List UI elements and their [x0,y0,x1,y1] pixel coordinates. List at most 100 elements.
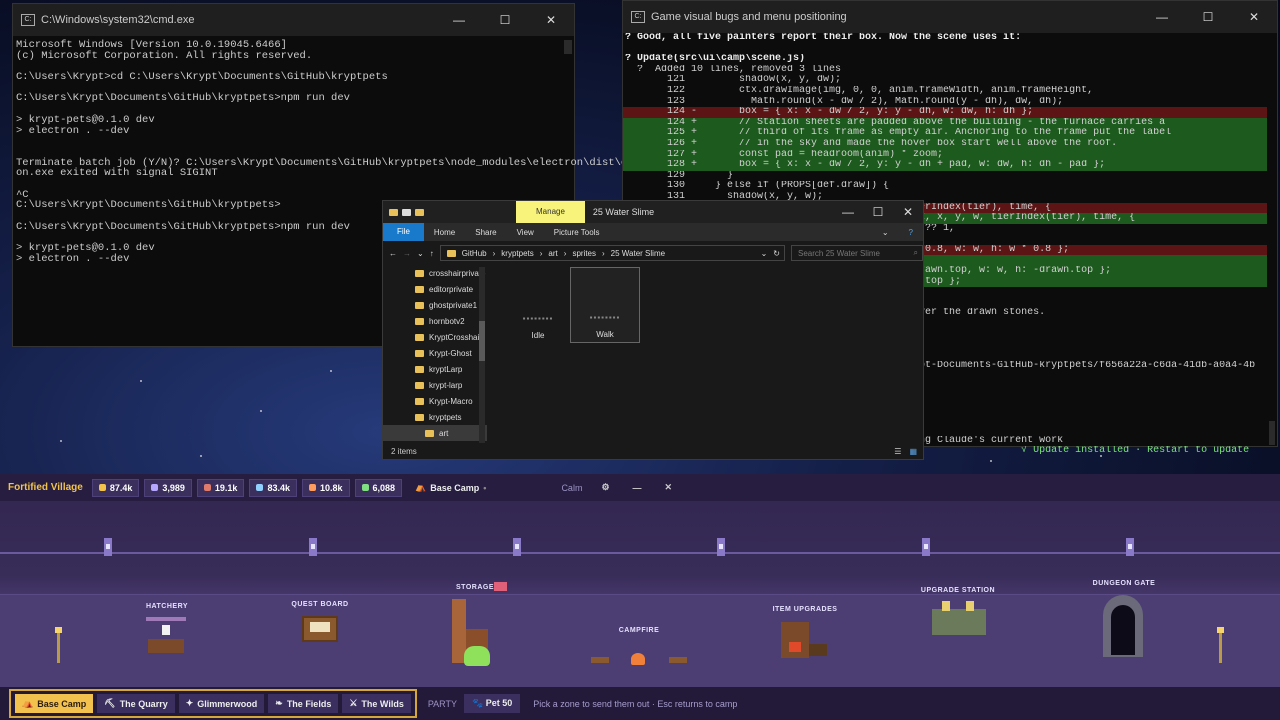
game-window[interactable]: Fortified Village 87.4k 3,989 19.1k 83.4k 10… [0,474,1280,720]
address-bar[interactable]: GitHub › kryptpets › art › sprites › 25 Wate… [439,245,785,261]
forward-icon[interactable]: → [403,249,411,258]
forge-icon[interactable] [781,622,827,660]
maximize-icon[interactable]: ☐ [863,201,893,223]
ribbon-tab-picture-tools[interactable]: Picture Tools [544,228,610,237]
nav-item-crosshairprivate[interactable]: crosshairprivate [383,265,487,281]
banner-icon [922,538,930,556]
zone-icon: ❧ [275,698,283,708]
ribbon-tab-share[interactable]: Share [465,228,506,237]
nav-item-kryptlarp[interactable]: kryptLarp [383,361,487,377]
folder-icon [389,208,398,216]
nav-item-kryptcrosshair[interactable]: KryptCrosshair [383,329,487,345]
new-folder-icon[interactable] [415,208,424,216]
station-label-item-upgrades[interactable]: ITEM UPGRADES [773,606,838,613]
file-tile-walk[interactable]: ▪▪▪▪▪▪▪▪ Walk [570,267,640,343]
minimize-icon[interactable]: — [833,201,863,223]
cmd-line: > krypt-pets@0.1.0 dev [16,113,155,126]
water-slime-pet-icon[interactable] [464,646,490,666]
ribbon-tab-home[interactable]: Home [424,228,465,237]
nav-item-editorprivate[interactable]: editorprivate [383,281,487,297]
folder-icon [415,317,424,325]
properties-icon[interactable] [402,208,411,216]
station-label-campfire[interactable]: CAMPFIRE [619,627,660,634]
refresh-icon[interactable]: ↻ [773,249,784,258]
close-icon[interactable]: ✕ [1231,1,1277,33]
terminal-line: 127 + const pad = headroom(anim) * zoom; [623,149,1267,161]
station-label-dungeon-gate[interactable]: DUNGEON GATE [1093,580,1156,587]
nav-item-krypt-ghost[interactable]: Krypt-Ghost [383,345,487,361]
zone-button-glimmerwood[interactable]: ✦ Glimmerwood [178,694,265,713]
nav-scrollbar[interactable] [479,267,485,443]
terminal-titlebar[interactable]: C: Game visual bugs and menu positioning… [623,1,1277,33]
dungeon-gate-icon[interactable] [1103,595,1143,657]
folder-icon [415,285,424,293]
station-label-quest-board[interactable]: QUEST BOARD [291,601,348,608]
cmd-scrollbar[interactable] [564,40,572,54]
search-input[interactable]: Search 25 Water Slime ⌕ [791,245,923,261]
quick-access-toolbar[interactable] [383,208,424,216]
ribbon-tabs[interactable]: File Home Share View Picture Tools ⌄ ? [383,223,923,241]
breadcrumb-kryptpets[interactable]: kryptpets [501,249,533,258]
breadcrumb-sprites[interactable]: sprites [572,249,596,258]
manage-tab[interactable]: Manage [516,201,585,223]
hatchery-icon[interactable] [146,617,186,657]
station-label-hatchery[interactable]: HATCHERY [146,603,188,610]
explorer-titlebar[interactable]: Manage 25 Water Slime — ☐ ✕ [383,201,923,223]
cmd-titlebar[interactable]: C: C:\Windows\system32\cmd.exe — ☐ ✕ [13,4,574,36]
banner-icon [1126,538,1134,556]
party-pet-button[interactable]: 🐾 Pet 50 [464,694,521,713]
quest-board-icon[interactable] [302,616,338,642]
up-icon[interactable]: ↑ [430,249,434,258]
nav-item-kryptpets[interactable]: kryptpets [383,409,487,425]
zone-button-the-quarry[interactable]: ⛏ The Quarry [97,694,175,713]
file-tile-idle[interactable]: ▪▪▪▪▪▪▪▪ Idle [503,267,573,343]
minimize-icon[interactable]: — [436,4,482,36]
breadcrumb-github[interactable]: GitHub [462,249,487,258]
zone-button-base-camp[interactable]: ⛺ Base Camp [15,694,94,713]
nav-item-art[interactable]: art [383,425,487,441]
details-view-icon[interactable]: ☰ [894,447,909,456]
zone-selector[interactable]: ⛺ Base Camp ⛏ The Quarry ✦ Glimmerwood ❧ The Fi… [9,689,417,718]
explorer-window[interactable]: Manage 25 Water Slime — ☐ ✕ File Home Sh… [382,200,924,460]
tiles-view-icon[interactable]: ▦ [909,447,923,456]
file-list[interactable]: ▪▪▪▪▪▪▪▪ Idle ▪▪▪▪▪▪▪▪ Walk [493,265,923,445]
upgrade-station-icon[interactable] [932,601,986,639]
close-icon[interactable]: ✕ [665,482,673,493]
nav-item-ghostprivate1[interactable]: ghostprivate1 [383,297,487,313]
game-footer: ⛺ Base Camp ⛏ The Quarry ✦ Glimmerwood ❧ The Fi… [0,687,1280,720]
chevron-down-icon[interactable]: ⌄ [761,249,768,258]
zone-button-the-fields[interactable]: ❧ The Fields [268,694,339,713]
zone-button-the-wilds[interactable]: ⚔ The Wilds [342,694,411,713]
nav-item-krypt-macro[interactable]: Krypt-Macro [383,393,487,409]
ribbon-tab-view[interactable]: View [507,228,544,237]
settings-icon[interactable]: ⚙ [601,482,609,493]
zone-hint: Pick a zone to send them out · Esc retur… [533,698,738,709]
nav-item-krypt-larp[interactable]: krypt-larp [383,377,487,393]
terminal-scrollbar[interactable] [1269,421,1275,445]
maximize-icon[interactable]: ☐ [1185,1,1231,33]
back-icon[interactable]: ← [389,249,397,258]
recent-icon[interactable]: ⌄ [417,249,424,258]
expand-ribbon-icon[interactable]: ⌄ [872,228,899,237]
minimize-icon[interactable]: — [1139,1,1185,33]
minimize-icon[interactable]: — [633,483,642,493]
nav-item-hornbotv2[interactable]: hornbotv2 [383,313,487,329]
navigation-pane[interactable]: crosshairprivate editorprivate ghostprivat… [383,265,487,445]
station-label-upgrade-station[interactable]: UPGRADE STATION [921,587,995,594]
station-label-storage[interactable]: STORAGE [456,584,494,591]
search-icon: ⌕ [913,248,918,257]
help-icon[interactable]: ? [899,228,923,237]
item-count: 2 items [391,446,417,456]
ribbon-tab-file[interactable]: File [383,223,424,241]
lamp-icon [55,627,62,663]
village-name: Fortified Village [8,482,83,493]
camp-scene[interactable]: HATCHERY QUEST BOARD STORAGE CAMPFIRE IT… [0,501,1280,687]
resource-counter: 19.1k [196,478,245,497]
campfire-icon[interactable] [591,653,687,667]
close-icon[interactable]: ✕ [893,201,923,223]
maximize-icon[interactable]: ☐ [482,4,528,36]
breadcrumb-art[interactable]: art [548,249,557,258]
banner-icon [717,538,725,556]
close-icon[interactable]: ✕ [528,4,574,36]
breadcrumb-current[interactable]: 25 Water Slime [611,249,665,258]
